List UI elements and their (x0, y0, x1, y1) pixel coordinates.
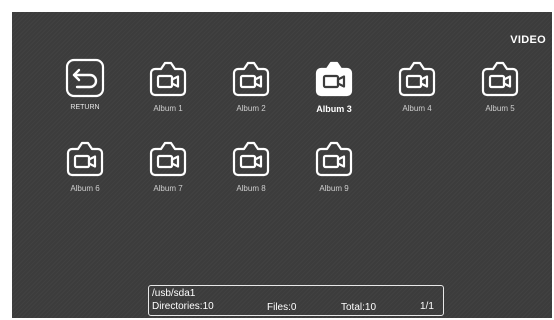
folder-tile[interactable]: Album 7 (130, 138, 206, 204)
return-arrow-icon (65, 58, 105, 98)
folder-grid: RETURN Album 1 Album 2 Album 3 Album 4 A… (12, 12, 552, 318)
total-count: Total:10 (341, 302, 377, 313)
folder-tile[interactable]: Album 5 (462, 58, 538, 124)
directories-count: Directories:10 (152, 301, 214, 312)
folder-tile[interactable]: Album 6 (47, 138, 123, 204)
video-folder-icon (397, 58, 437, 98)
video-folder-icon (148, 138, 188, 178)
folder-label: Album 4 (402, 104, 432, 113)
video-folder-icon (148, 58, 188, 98)
video-folder-icon (65, 138, 105, 178)
folder-label: Album 7 (153, 184, 183, 193)
folder-tile[interactable]: Album 8 (213, 138, 289, 204)
folder-label: Album 5 (485, 104, 515, 113)
video-folder-icon (231, 58, 271, 98)
video-folder-icon (480, 58, 520, 98)
page-indicator: 1/1 (420, 301, 434, 312)
folder-label: Album 9 (319, 184, 349, 193)
video-folder-icon (314, 58, 354, 98)
folder-tile[interactable]: Album 4 (379, 58, 455, 124)
folder-label: Album 6 (70, 184, 100, 193)
folder-tile[interactable]: Album 1 (130, 58, 206, 124)
video-folder-icon (314, 138, 354, 178)
folder-label: Album 3 (316, 104, 352, 114)
folder-tile[interactable]: Album 2 (213, 58, 289, 124)
folder-label: Album 8 (236, 184, 266, 193)
folder-tile[interactable]: Album 9 (296, 138, 372, 204)
media-browser-screen: VIDEO RETURN Album 1 Album 2 Album 3 Alb… (12, 12, 552, 318)
files-count: Files:0 (267, 302, 297, 313)
return-button[interactable]: RETURN (47, 58, 123, 124)
return-label: RETURN (70, 104, 100, 111)
status-bar: /usb/sda1 Directories:10 Files:0 Total:1… (148, 285, 444, 316)
folder-label: Album 1 (153, 104, 183, 113)
folder-tile[interactable]: Album 3 (296, 58, 372, 124)
current-path: /usb/sda1 (152, 288, 196, 299)
video-folder-icon (231, 138, 271, 178)
folder-label: Album 2 (236, 104, 266, 113)
